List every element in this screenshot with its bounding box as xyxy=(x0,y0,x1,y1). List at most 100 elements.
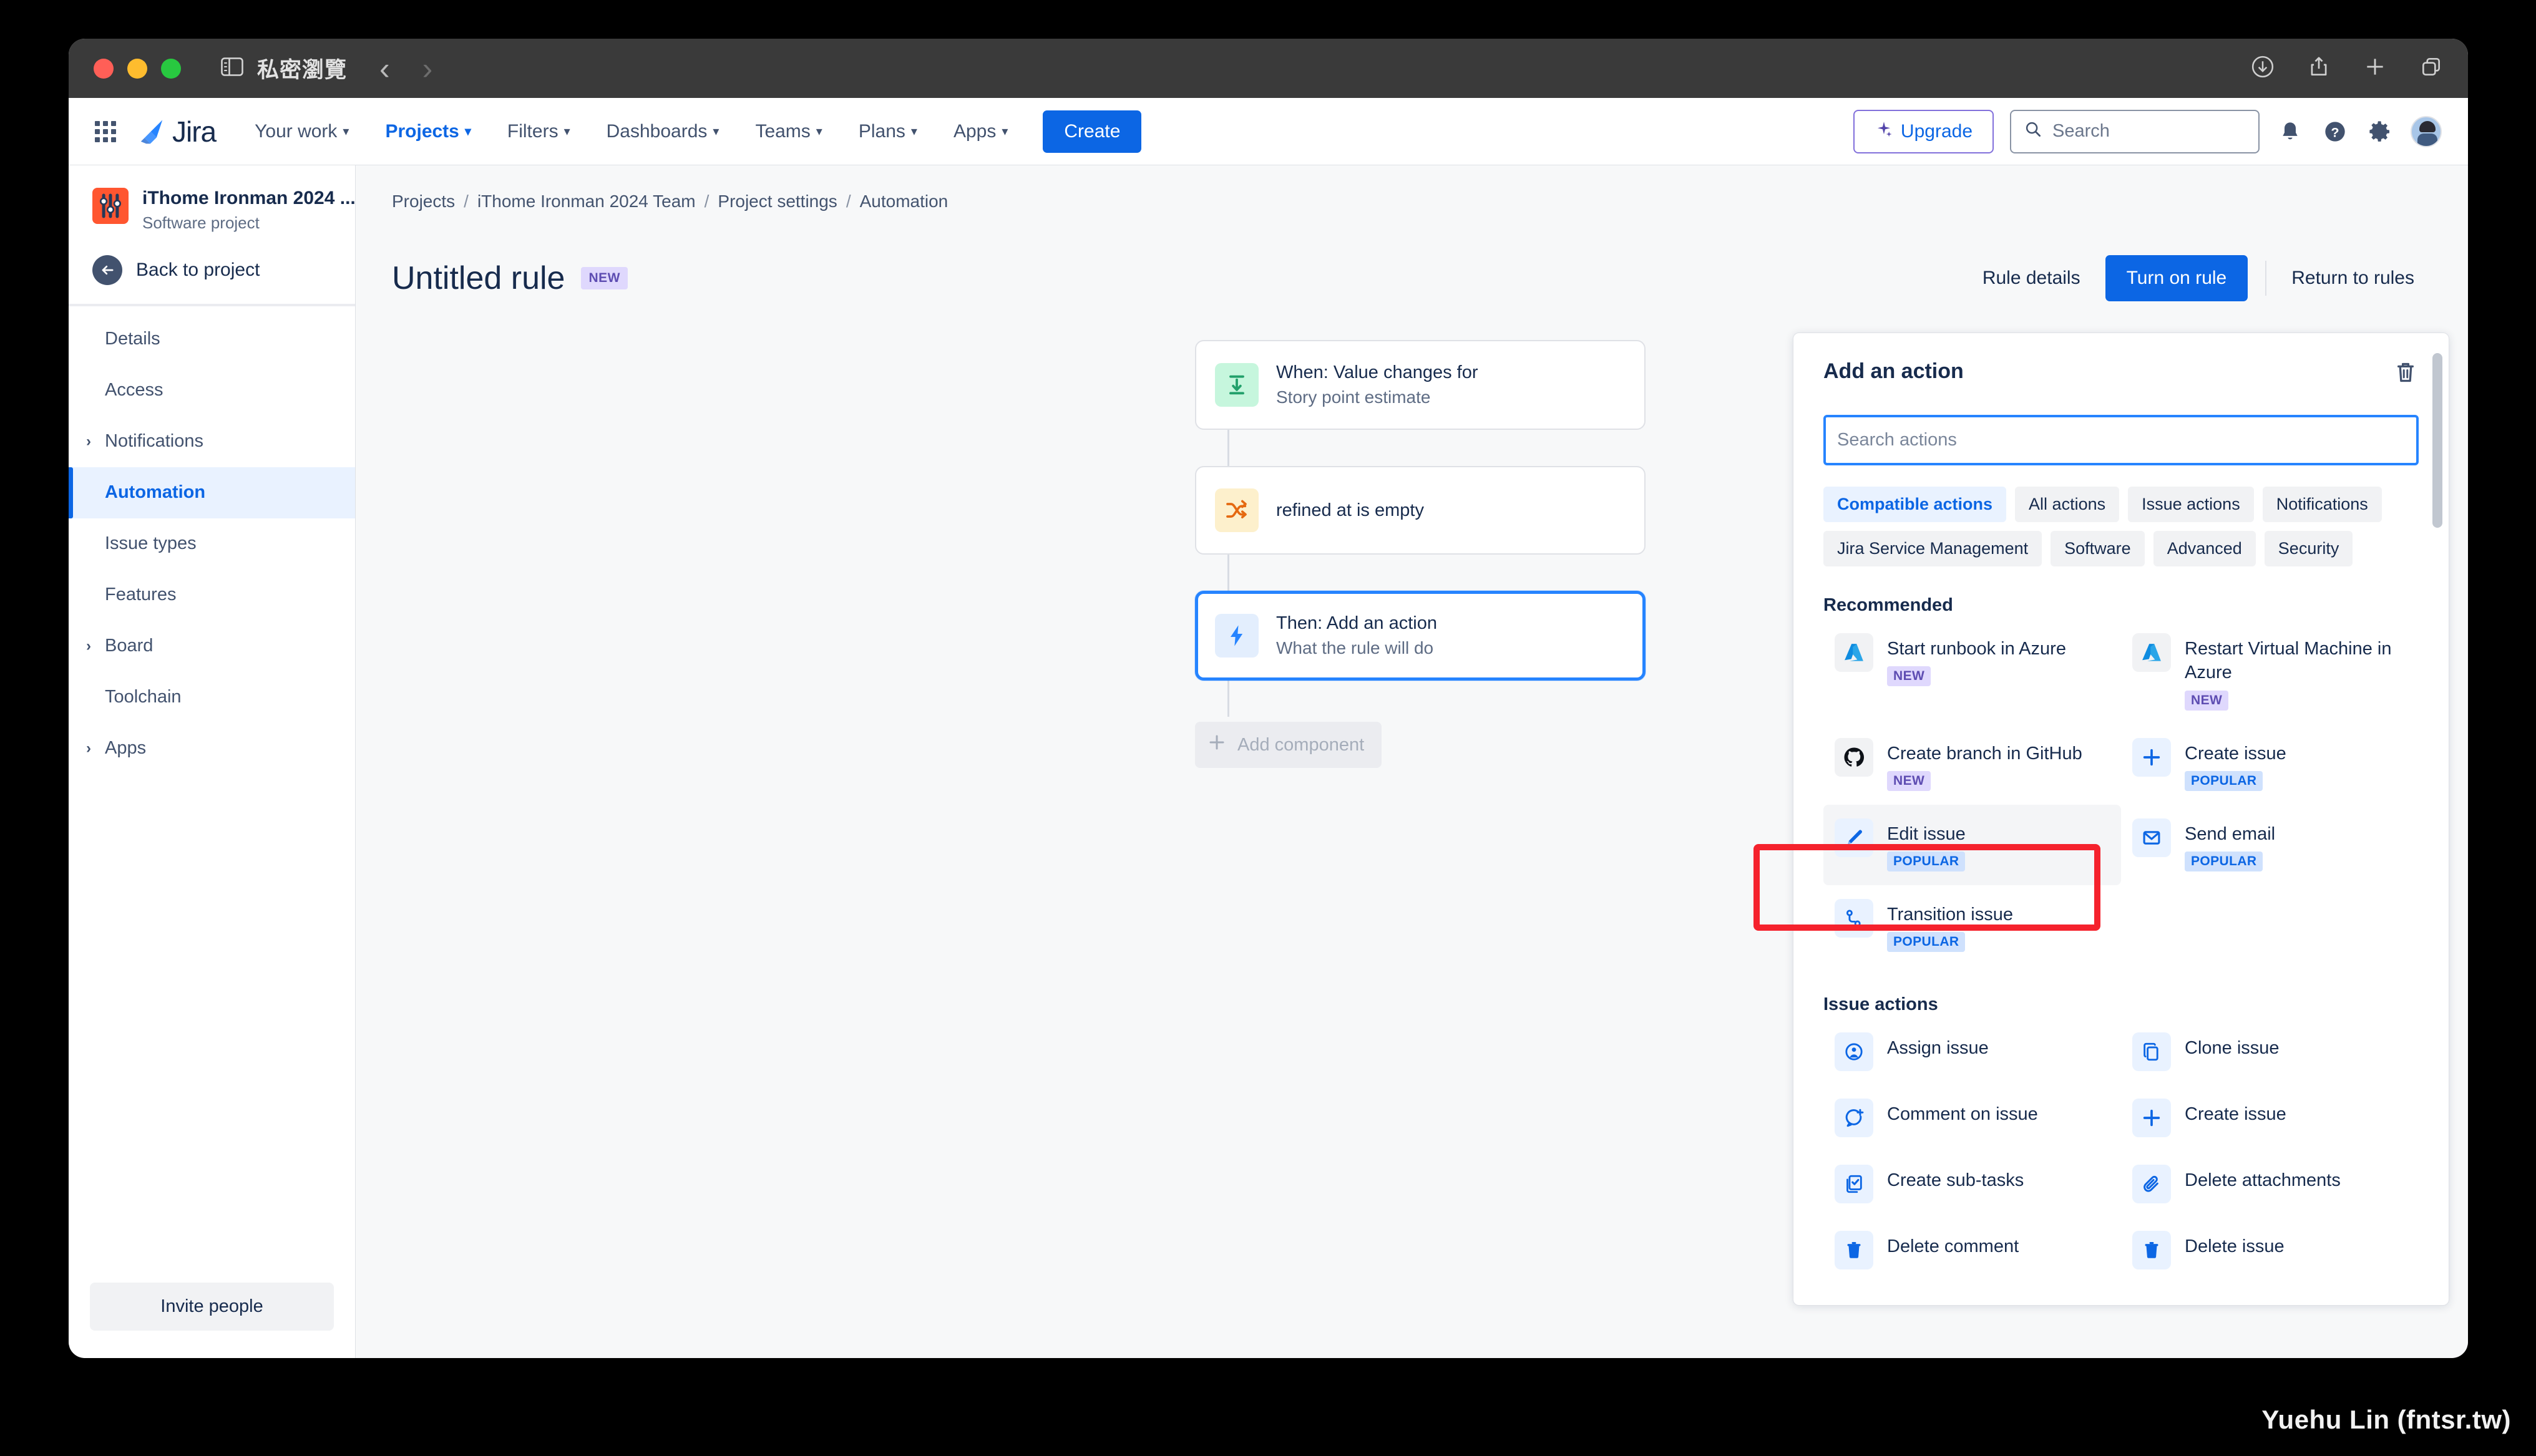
notifications-bell-icon[interactable] xyxy=(2276,117,2304,146)
chip-software[interactable]: Software xyxy=(2051,531,2145,566)
action-send-email[interactable]: Send email POPULAR xyxy=(2121,805,2419,885)
project-header[interactable]: iThome Ironman 2024 ... Software project xyxy=(69,165,356,250)
sidebar-item-toolchain[interactable]: Toolchain xyxy=(69,672,355,723)
rule-card-trigger[interactable]: When: Value changes for Story point esti… xyxy=(1195,340,1646,430)
rule-connector xyxy=(1227,681,1229,717)
chip-all-actions[interactable]: All actions xyxy=(2015,487,2120,522)
transition-icon xyxy=(1835,899,1873,938)
nav-item-dashboards[interactable]: Dashboards ▾ xyxy=(600,112,726,151)
action-delete-issue[interactable]: Delete issue xyxy=(2121,1217,2419,1283)
rule-card-condition[interactable]: refined at is empty xyxy=(1195,466,1646,555)
add-component-button[interactable]: Add component xyxy=(1195,722,1382,768)
browser-back-button[interactable]: ‹ xyxy=(379,53,390,84)
nav-item-apps[interactable]: Apps ▾ xyxy=(947,112,1014,151)
sidebar-item-label: Automation xyxy=(105,482,206,502)
action-badge: NEW xyxy=(1887,770,1931,791)
chip-jira-service-management[interactable]: Jira Service Management xyxy=(1823,531,2042,566)
action-start-runbook-in-azure[interactable]: Start runbook in Azure NEW xyxy=(1823,619,2121,724)
downloads-icon[interactable] xyxy=(2251,55,2275,82)
sidebar-item-automation[interactable]: Automation xyxy=(69,467,355,518)
breadcrumb-item-project[interactable]: iThome Ironman 2024 Team xyxy=(477,192,696,211)
global-search-input[interactable]: Search xyxy=(2010,109,2260,153)
chevron-down-icon: ▾ xyxy=(464,124,471,138)
action-delete-attachments[interactable]: Delete attachments xyxy=(2121,1151,2419,1217)
add-component-label: Add component xyxy=(1237,734,1365,755)
turn-on-rule-button[interactable]: Turn on rule xyxy=(2105,255,2248,301)
action-assign-issue[interactable]: Assign issue xyxy=(1823,1019,2121,1085)
delete-component-button[interactable] xyxy=(2392,359,2419,387)
search-icon xyxy=(2024,120,2042,143)
app-switcher-icon[interactable] xyxy=(95,120,116,142)
action-clone-issue[interactable]: Clone issue xyxy=(2121,1019,2419,1085)
search-actions-input[interactable] xyxy=(1823,415,2419,465)
new-tab-icon[interactable] xyxy=(2363,55,2387,82)
tab-overview-icon[interactable] xyxy=(2419,55,2443,82)
nav-item-plans[interactable]: Plans ▾ xyxy=(852,112,924,151)
chevron-down-icon: ▾ xyxy=(713,124,719,138)
action-panel-scrollbar[interactable] xyxy=(2432,348,2442,1284)
create-button[interactable]: Create xyxy=(1043,110,1142,153)
help-icon[interactable]: ? xyxy=(2321,117,2349,146)
sidebar-item-issue-types[interactable]: Issue types xyxy=(69,518,355,570)
jira-logo[interactable]: Jira xyxy=(137,115,217,148)
sidebar-item-details[interactable]: Details xyxy=(69,314,355,365)
minimize-window-button[interactable] xyxy=(127,58,147,79)
breadcrumb-item-projects[interactable]: Projects xyxy=(392,192,455,211)
upgrade-button[interactable]: Upgrade xyxy=(1853,109,1994,153)
sidebar-item-board[interactable]: › Board xyxy=(69,621,355,672)
avatar[interactable] xyxy=(2411,115,2442,147)
return-to-rules-button[interactable]: Return to rules xyxy=(2275,256,2431,300)
back-to-project-button[interactable]: Back to project xyxy=(69,250,355,304)
action-transition-issue[interactable]: Transition issue POPULAR xyxy=(1823,885,2121,966)
nav-item-projects[interactable]: Projects ▾ xyxy=(379,112,477,151)
sidebar-item-label: Access xyxy=(105,380,163,400)
nav-item-your-work[interactable]: Your work ▾ xyxy=(248,112,355,151)
chevron-right-icon: › xyxy=(86,637,91,654)
action-create-sub-tasks[interactable]: Create sub-tasks xyxy=(1823,1151,2121,1217)
invite-people-button[interactable]: Invite people xyxy=(90,1283,334,1331)
nav-item-teams[interactable]: Teams ▾ xyxy=(749,112,828,151)
breadcrumb-item-automation[interactable]: Automation xyxy=(860,192,949,211)
section-title-issue-actions: Issue actions xyxy=(1823,994,1938,1015)
sidebar-item-notifications[interactable]: › Notifications xyxy=(69,416,355,467)
browser-forward-button[interactable]: › xyxy=(422,53,433,84)
subtasks-icon xyxy=(1835,1165,1873,1204)
action-edit-issue[interactable]: Edit issue POPULAR xyxy=(1823,804,2121,886)
nav-label: Plans xyxy=(858,120,905,142)
action-create-issue[interactable]: Create issue xyxy=(2121,1085,2419,1151)
add-action-panel-body: Add an action Compatible actions All act… xyxy=(1793,333,2449,1305)
chip-advanced[interactable]: Advanced xyxy=(2153,531,2256,566)
jira-global-nav: Jira Your work ▾ Projects ▾ Filters ▾ Da… xyxy=(69,98,2468,165)
action-create-branch-in-github[interactable]: Create branch in GitHub NEW xyxy=(1823,724,2121,805)
nav-item-filters[interactable]: Filters ▾ xyxy=(501,112,577,151)
action-create-issue-recommended[interactable]: Create issue POPULAR xyxy=(2121,724,2419,805)
sidebar-item-apps[interactable]: › Apps xyxy=(69,723,355,774)
chip-security[interactable]: Security xyxy=(2264,531,2353,566)
gear-icon[interactable] xyxy=(2366,117,2394,146)
global-search-placeholder: Search xyxy=(2052,121,2110,141)
nav-label: Teams xyxy=(755,120,811,142)
action-delete-comment[interactable]: Delete comment xyxy=(1823,1217,2121,1283)
page-title[interactable]: Untitled rule xyxy=(392,260,565,297)
sidebar-item-features[interactable]: Features xyxy=(69,570,355,621)
close-window-button[interactable] xyxy=(94,58,114,79)
action-label: Delete attachments xyxy=(2185,1170,2341,1191)
envelope-icon xyxy=(2132,818,2171,857)
trash-icon xyxy=(2392,362,2419,387)
action-comment-on-issue[interactable]: Comment on issue xyxy=(1823,1085,2121,1151)
breadcrumb-item-project-settings[interactable]: Project settings xyxy=(718,192,837,211)
rule-card-action[interactable]: Then: Add an action What the rule will d… xyxy=(1195,591,1646,681)
chip-compatible-actions[interactable]: Compatible actions xyxy=(1823,487,2007,522)
rule-details-button[interactable]: Rule details xyxy=(1966,256,2097,300)
share-icon[interactable] xyxy=(2307,55,2331,82)
action-restart-virtual-machine-in-azure[interactable]: Restart Virtual Machine in Azure NEW xyxy=(2121,619,2419,724)
scrollbar-thumb[interactable] xyxy=(2432,353,2442,528)
chip-issue-actions[interactable]: Issue actions xyxy=(2128,487,2254,522)
sidebar-item-label: Features xyxy=(105,585,177,604)
add-action-panel-header: Add an action xyxy=(1823,359,2419,387)
chip-notifications[interactable]: Notifications xyxy=(2262,487,2382,522)
maximize-window-button[interactable] xyxy=(161,58,181,79)
back-arrow-icon xyxy=(92,255,122,285)
sidebar-toggle-icon[interactable] xyxy=(221,57,243,79)
sidebar-item-access[interactable]: Access xyxy=(69,365,355,416)
